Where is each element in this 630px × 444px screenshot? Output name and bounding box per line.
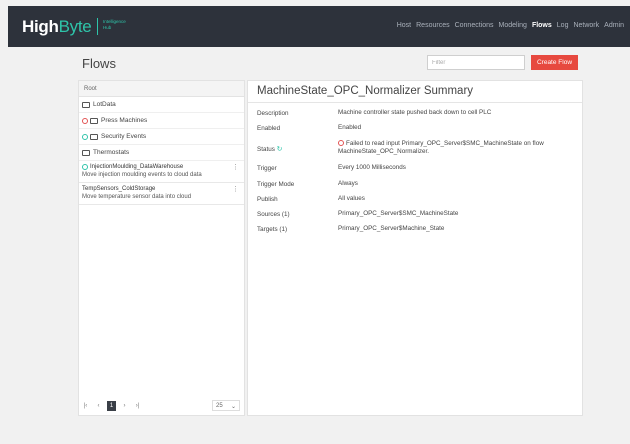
error-icon xyxy=(338,140,344,146)
row-label-description: Description xyxy=(257,110,289,117)
nav-network[interactable]: Network xyxy=(573,22,599,29)
row-label-sources: Sources (1) xyxy=(257,211,290,218)
folder-icon xyxy=(82,101,90,108)
folder-label: Thermostats xyxy=(93,149,130,156)
row-label-targets: Targets (1) xyxy=(257,226,288,233)
folder-icon xyxy=(90,117,98,124)
filter-input[interactable] xyxy=(427,55,525,70)
nav-host[interactable]: Host xyxy=(397,22,411,29)
row-value-trigger: Every 1000 Milliseconds xyxy=(338,164,406,171)
logo-subtitle-line2: Hub xyxy=(103,25,112,30)
flow-summary-panel: MachineState_OPC_Normalizer Summary Desc… xyxy=(247,80,583,416)
summary-divider xyxy=(248,102,582,103)
chevron-down-icon: ⌄ xyxy=(230,404,236,410)
flow-tree-panel: Root LotData Press Machines Security Eve… xyxy=(78,80,245,416)
folder-thermostats[interactable]: Thermostats xyxy=(79,145,244,161)
current-page-button[interactable]: 1 xyxy=(107,401,116,411)
pagination: |‹ ‹ 1 › ›| xyxy=(81,401,142,411)
row-value-sources: Primary_OPC_Server$SMC_MachineState xyxy=(338,210,459,217)
row-value-enabled: Enabled xyxy=(338,124,362,131)
flow-name: InjectionMoulding_DataWarehouse xyxy=(90,164,184,170)
folder-label: Press Machines xyxy=(101,117,148,124)
tree-root[interactable]: Root xyxy=(79,81,244,97)
row-value-trigger-mode: Always xyxy=(338,180,358,187)
nav-log[interactable]: Log xyxy=(557,22,569,29)
nav-flows[interactable]: Flows xyxy=(532,22,552,29)
logo-text-high: High xyxy=(22,17,59,36)
last-page-button[interactable]: ›| xyxy=(133,403,142,409)
first-page-button[interactable]: |‹ xyxy=(81,403,90,409)
error-status-icon xyxy=(82,117,88,124)
create-flow-button[interactable]: Create Flow xyxy=(531,55,578,70)
nav-modeling[interactable]: Modeling xyxy=(499,22,527,29)
prev-page-button[interactable]: ‹ xyxy=(94,403,103,409)
row-label-trigger: Trigger xyxy=(257,165,277,172)
nav-connections[interactable]: Connections xyxy=(455,22,494,29)
row-value-status: Failed to read input Primary_OPC_Server$… xyxy=(338,140,578,156)
refresh-icon[interactable]: ↻ xyxy=(277,146,283,153)
more-options-icon[interactable]: ⋮ xyxy=(232,164,239,171)
row-value-description: Machine controller state pushed back dow… xyxy=(338,109,492,116)
nav-resources[interactable]: Resources xyxy=(416,22,449,29)
logo-divider xyxy=(97,18,98,35)
folder-label: Security Events xyxy=(101,133,147,140)
main-nav: Host Resources Connections Modeling Flow… xyxy=(397,22,624,29)
folder-icon xyxy=(90,133,98,140)
folder-press-machines[interactable]: Press Machines xyxy=(79,113,244,129)
page-title: Flows xyxy=(82,56,116,71)
logo-subtitle: Intelligence Hub xyxy=(103,19,126,31)
flow-name: TempSensors_ColdStorage xyxy=(82,186,156,192)
top-navbar: HighByte Intelligence Hub Host Resources… xyxy=(8,6,630,47)
more-options-icon[interactable]: ⋮ xyxy=(232,186,239,193)
flow-description: Move temperature sensor data into cloud xyxy=(82,194,192,200)
folder-icon xyxy=(82,149,90,156)
page-size-value: 25 xyxy=(216,403,223,409)
ok-status-icon xyxy=(82,133,88,140)
summary-title: MachineState_OPC_Normalizer Summary xyxy=(257,85,474,97)
status-label: Status xyxy=(257,146,275,153)
status-message: Failed to read input Primary_OPC_Server$… xyxy=(338,140,544,155)
row-label-trigger-mode: Trigger Mode xyxy=(257,181,295,188)
flow-item-tempsensors[interactable]: TempSensors_ColdStorage Move temperature… xyxy=(79,183,244,205)
folder-security-events[interactable]: Security Events xyxy=(79,129,244,145)
row-value-publish: All values xyxy=(338,195,365,202)
flow-item-injectionmoulding[interactable]: InjectionMoulding_DataWarehouse Move inj… xyxy=(79,161,244,183)
row-label-enabled: Enabled xyxy=(257,125,281,132)
page-size-select[interactable]: 25 ⌄ xyxy=(212,400,240,411)
highbyte-logo[interactable]: HighByte xyxy=(22,17,92,37)
next-page-button[interactable]: › xyxy=(120,403,129,409)
flow-description: Move injection moulding events to cloud … xyxy=(82,172,202,178)
row-label-status: Status ↻ xyxy=(257,145,282,153)
ok-status-icon xyxy=(82,164,88,170)
folder-lotdata[interactable]: LotData xyxy=(79,97,244,113)
row-value-targets: Primary_OPC_Server$Machine_State xyxy=(338,225,445,232)
nav-admin[interactable]: Admin xyxy=(604,22,624,29)
logo-text-byte: Byte xyxy=(58,17,92,36)
row-label-publish: Publish xyxy=(257,196,278,203)
folder-label: LotData xyxy=(93,101,116,108)
